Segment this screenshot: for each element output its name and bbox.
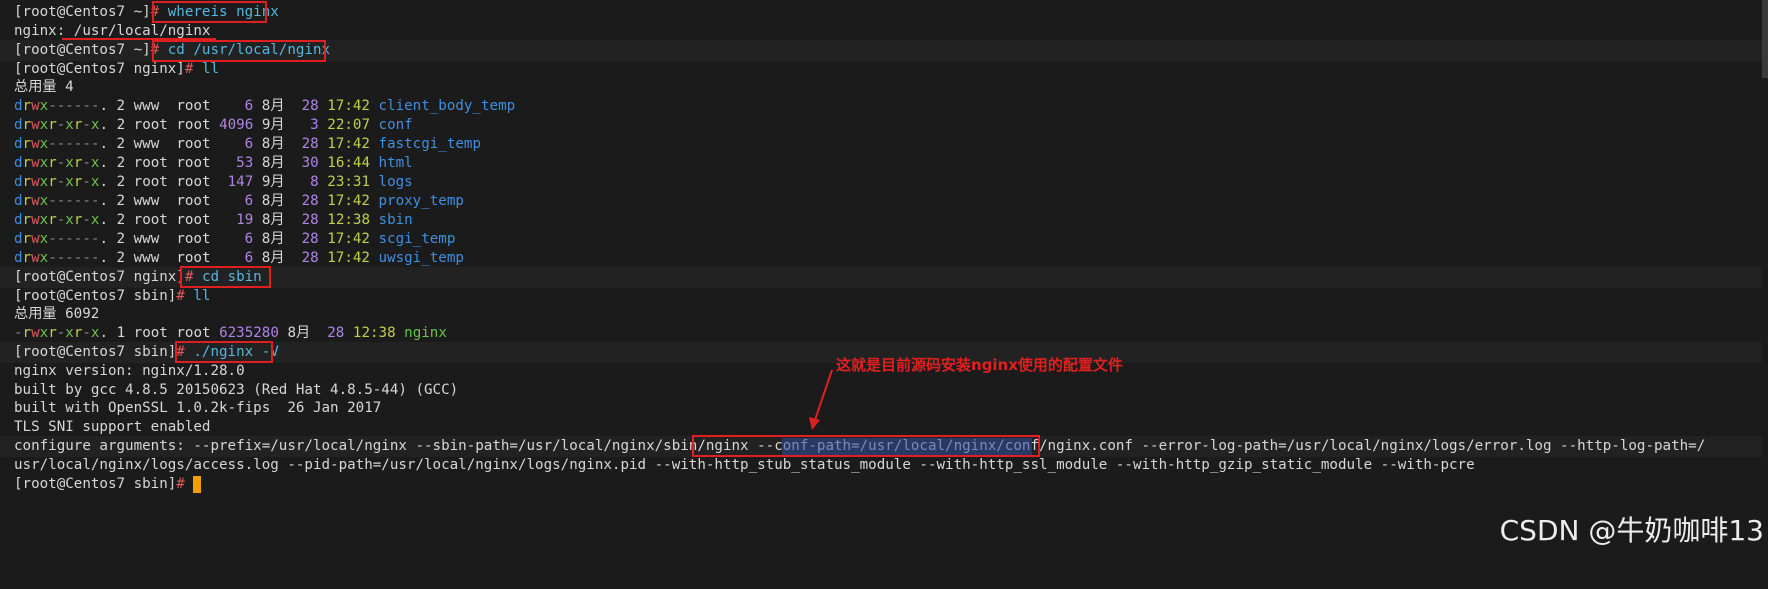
annotation-arrow-icon: [809, 369, 833, 430]
scroll-thumb[interactable]: [1762, 0, 1768, 78]
annotation-label: 这就是目前源码安装nginx使用的配置文件: [836, 356, 1123, 374]
scrollbar[interactable]: [1762, 0, 1768, 589]
terminal-window[interactable]: [root@Centos7 ~]# whereis nginx nginx: /…: [0, 0, 1768, 589]
watermark: CSDN @牛奶咖啡13: [1499, 514, 1764, 547]
